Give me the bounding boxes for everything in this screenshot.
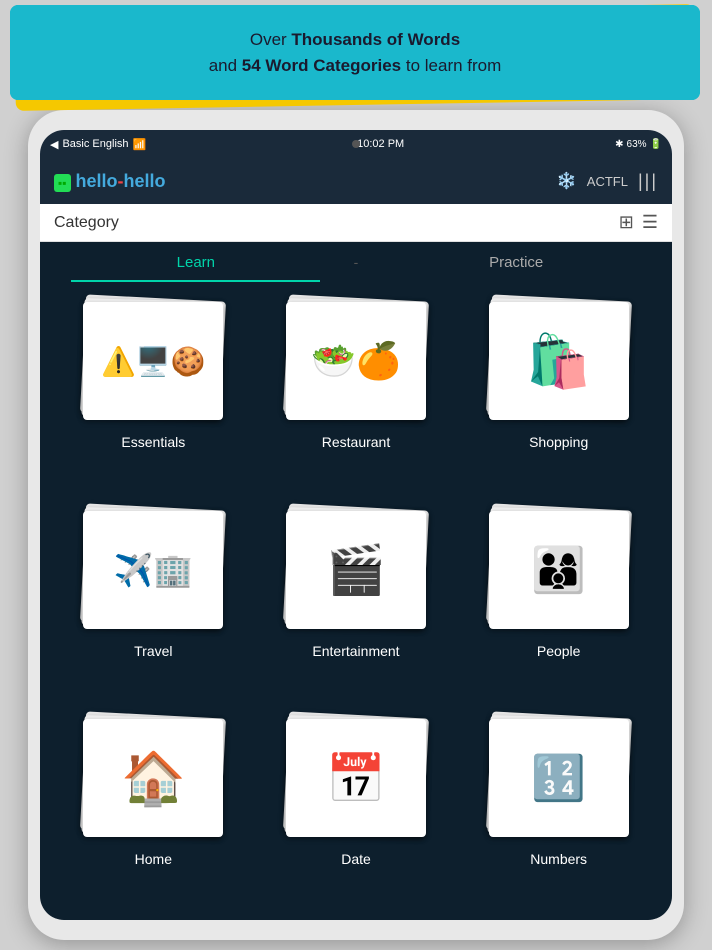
card-stack-restaurant [281, 298, 431, 428]
tab-divider: - [352, 242, 361, 282]
card-stack-people [484, 507, 634, 637]
battery-level: 63% [627, 139, 647, 150]
numbers-label: Numbers [530, 851, 587, 867]
home-icon [121, 748, 186, 809]
app-header: ▪▪ hello-hello ❄️ ACTFL ||| [40, 158, 672, 204]
status-right: ✱ 63% 🔋 [615, 139, 662, 150]
category-restaurant[interactable]: Restaurant [263, 298, 450, 487]
menu-icon[interactable]: ||| [638, 171, 658, 192]
view-icons: ⊞ ☰ [619, 212, 658, 233]
tabs-bar: Learn - Practice [40, 242, 672, 282]
bluetooth-icon: ✱ [615, 139, 623, 150]
actfl-icon: ❄️ [557, 171, 577, 191]
date-icon [326, 750, 386, 807]
wifi-icon: 📶 [133, 138, 147, 151]
date-label: Date [341, 851, 371, 867]
banner-text: Over Thousands of Words and 54 Word Cate… [10, 5, 700, 100]
card-stack-entertainment [281, 507, 431, 637]
travel-icon [113, 551, 193, 589]
category-essentials[interactable]: Essentials [60, 298, 247, 487]
actfl-label: ACTFL [587, 174, 628, 189]
shopping-icon [526, 331, 591, 392]
restaurant-label: Restaurant [322, 434, 390, 450]
tablet-frame: ◀ Basic English 📶 10:02 PM ✱ 63% 🔋 ▪▪ he… [28, 110, 684, 940]
tab-practice[interactable]: Practice [360, 242, 672, 282]
card-stack-numbers [484, 715, 634, 845]
home-label: Home [135, 851, 172, 867]
category-title: Category [54, 214, 119, 232]
travel-label: Travel [134, 643, 172, 659]
carrier-icon: ◀ [50, 138, 58, 151]
card-stack-date [281, 715, 431, 845]
numbers-icon [531, 752, 586, 804]
categories-grid: Essentials Restaurant [40, 282, 672, 920]
card-stack-shopping [484, 298, 634, 428]
list-view-icon[interactable]: ☰ [642, 212, 658, 233]
grid-view-icon[interactable]: ⊞ [619, 212, 634, 233]
category-people[interactable]: People [465, 507, 652, 696]
status-left: ◀ Basic English 📶 [50, 138, 146, 151]
category-entertainment[interactable]: Entertainment [263, 507, 450, 696]
card-stack-home [78, 715, 228, 845]
shopping-label: Shopping [529, 434, 588, 450]
app-logo: ▪▪ hello-hello [54, 171, 166, 192]
category-travel[interactable]: Travel [60, 507, 247, 696]
tablet-inner: ◀ Basic English 📶 10:02 PM ✱ 63% 🔋 ▪▪ he… [40, 130, 672, 920]
category-shopping[interactable]: Shopping [465, 298, 652, 487]
category-bar: Category ⊞ ☰ [40, 204, 672, 242]
banner: Over Thousands of Words and 54 Word Cate… [0, 0, 712, 120]
essentials-label: Essentials [121, 434, 185, 450]
tab-learn[interactable]: Learn [40, 242, 352, 282]
status-time: 10:02 PM [357, 138, 404, 150]
header-right: ❄️ ACTFL ||| [557, 171, 658, 192]
restaurant-icon [311, 340, 401, 382]
essentials-icon [101, 345, 206, 378]
camera [352, 140, 360, 148]
card-stack-essentials [78, 298, 228, 428]
entertainment-icon [326, 541, 386, 598]
battery-icon: 🔋 [650, 139, 662, 150]
entertainment-label: Entertainment [312, 643, 399, 659]
people-icon [531, 544, 586, 596]
carrier-label: Basic English [62, 138, 128, 150]
category-date[interactable]: Date [263, 715, 450, 904]
people-label: People [537, 643, 581, 659]
card-stack-travel [78, 507, 228, 637]
category-home[interactable]: Home [60, 715, 247, 904]
category-numbers[interactable]: Numbers [465, 715, 652, 904]
